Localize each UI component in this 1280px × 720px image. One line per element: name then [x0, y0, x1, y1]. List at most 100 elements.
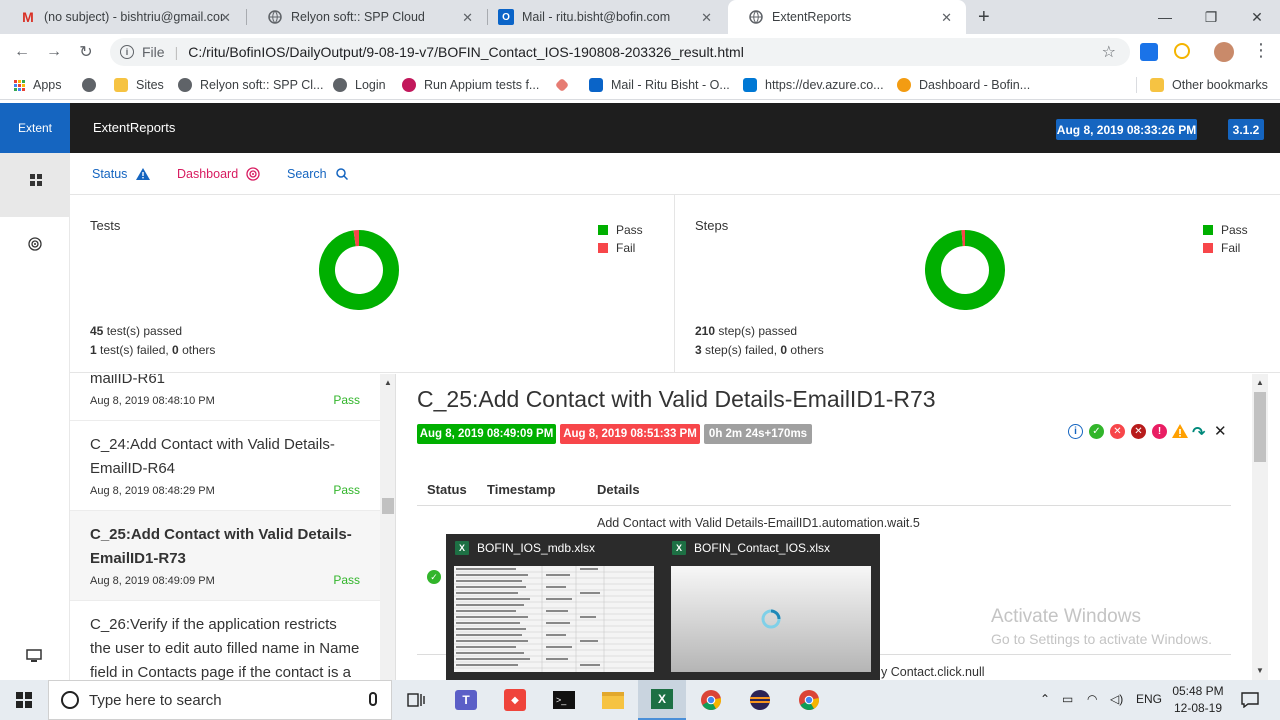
nav-status[interactable]: Status [92, 167, 151, 181]
eclipse-icon[interactable] [736, 680, 784, 720]
info-filter-icon[interactable]: i [1068, 424, 1083, 439]
preview-title[interactable]: X BOFIN_Contact_IOS.xlsx [672, 541, 830, 555]
gmail-icon: M [22, 9, 34, 25]
globe-icon [748, 9, 764, 25]
menu-icon[interactable]: ⋮ [1252, 40, 1270, 61]
bookmark-apps[interactable]: Apps [14, 76, 62, 94]
excel-taskbar-icon[interactable]: X [638, 680, 686, 720]
detail-scrollbar[interactable]: ▲ ▼ [1252, 374, 1268, 680]
nav-search[interactable]: Search [287, 167, 348, 181]
chrome-icon[interactable] [687, 680, 735, 720]
bookmark-other[interactable]: Other bookmarks [1150, 76, 1268, 94]
steps-passed-summary: 210 step(s) passed [695, 324, 798, 338]
apps-grid-icon [14, 79, 25, 91]
reload-icon[interactable]: ↻ [76, 42, 96, 62]
address-bar[interactable]: i File | C:/ritu/BofinIOS/DailyOutput/9-… [110, 38, 1130, 66]
bookmark-mail[interactable]: Mail - Ritu Bisht - O... [589, 76, 730, 94]
skip-filter-icon[interactable]: ↷ [1192, 423, 1205, 443]
forward-icon[interactable]: → [44, 42, 64, 62]
clock[interactable]: 05:48 PM 12-08-19 [1172, 684, 1224, 715]
preview-title[interactable]: X BOFIN_IOS_mdb.xlsx [455, 541, 595, 555]
error-filter-icon[interactable]: ! [1152, 424, 1167, 439]
monitor-icon[interactable] [26, 649, 42, 668]
bookmark-sites[interactable]: Sites [114, 76, 164, 94]
tab-gmail[interactable]: M (no subject) - bishtriu@gmail.com ✕ [0, 0, 245, 34]
scrollbar-thumb[interactable] [382, 498, 394, 514]
warning-filter-icon[interactable] [1172, 424, 1188, 443]
rail-item-test-view[interactable] [0, 153, 70, 217]
bookmark-login[interactable]: Login [333, 76, 386, 94]
battery-icon[interactable]: ▭ [1062, 692, 1073, 706]
volume-icon[interactable]: ◁) [1110, 692, 1123, 706]
extension-icon[interactable] [1174, 43, 1190, 59]
legend-fail: Fail [1203, 241, 1240, 255]
close-icon[interactable]: ✕ [220, 10, 231, 26]
show-hidden-icons-icon[interactable]: ⌃ [1040, 692, 1050, 706]
preview-thumbnail-contact[interactable] [671, 566, 871, 672]
tests-passed-summary: 45 test(s) passed [90, 324, 183, 338]
notifications-icon[interactable] [1226, 680, 1274, 720]
brand-logo[interactable]: Extent [0, 103, 70, 153]
terminal-icon[interactable]: >_ [540, 680, 588, 720]
bookmark-appium[interactable]: Run Appium tests f... [402, 76, 539, 94]
step-detail: Add Contact with Valid Details-EmailID1.… [597, 516, 920, 530]
tab-relyon[interactable]: Relyon soft:: SPP Cloud ✕ [247, 0, 487, 34]
steps-donut-chart [925, 230, 1005, 310]
test-list-item[interactable]: mailID-R61 Aug 8, 2019 08:48:10 PM Pass [70, 374, 380, 421]
restore-icon[interactable]: ❐ [1188, 0, 1234, 34]
task-view-icon[interactable] [392, 680, 440, 720]
scroll-up-icon[interactable]: ▲ [384, 378, 392, 387]
grid-icon [30, 174, 42, 186]
fail-filter-icon[interactable]: ✕ [1110, 424, 1125, 439]
close-icon[interactable]: ✕ [941, 10, 952, 26]
language-indicator[interactable]: ENG [1136, 692, 1162, 706]
test-list-item[interactable]: C_26:Verify if the application restricts… [70, 601, 380, 680]
column-status: Status [427, 482, 467, 497]
chrome-icon[interactable] [785, 680, 833, 720]
avatar[interactable] [1214, 42, 1234, 62]
close-icon[interactable]: ✕ [701, 10, 712, 26]
globe-icon [267, 9, 283, 25]
taskbar-search-input[interactable]: Type here to search [48, 680, 392, 720]
fatal-filter-icon[interactable]: ✕ [1131, 424, 1146, 439]
bookmark-dashboard[interactable]: Dashboard - Bofin... [897, 76, 1030, 94]
dashboard-icon [897, 78, 911, 92]
teams-icon[interactable]: T [442, 680, 490, 720]
anydesk-icon[interactable]: ◆ [491, 680, 539, 720]
globe-icon [333, 78, 347, 92]
windows-start-icon[interactable] [0, 680, 48, 720]
donut-slice-pass [925, 230, 1005, 310]
tab-outlook[interactable]: O Mail - ritu.bisht@bofin.com ✕ [488, 0, 726, 34]
info-icon[interactable]: i [120, 45, 134, 59]
test-list-scrollbar[interactable]: ▲ [380, 374, 395, 680]
bookmark-azure[interactable]: https://dev.azure.co... [743, 76, 884, 94]
preview-thumbnail-mdb[interactable] [454, 566, 654, 672]
test-list-item[interactable]: C_24:Add Contact with Valid Details-Emai… [70, 421, 380, 511]
close-icon[interactable]: ✕ [462, 10, 473, 26]
new-tab-button[interactable]: + [978, 6, 990, 29]
dashboard-summary: Tests Pass Fail 45 test(s) passed 1 test… [70, 195, 1280, 373]
bookmark-globe[interactable] [82, 76, 104, 94]
extension-icon[interactable] [1140, 43, 1158, 61]
bookmark-relyon[interactable]: Relyon soft:: SPP Cl... [178, 76, 323, 94]
bookmark-color[interactable] [554, 76, 575, 94]
microphone-icon[interactable] [369, 692, 377, 706]
nav-dashboard[interactable]: Dashboard [177, 167, 260, 181]
minimize-icon[interactable]: — [1142, 0, 1188, 34]
tests-donut-chart [319, 230, 399, 310]
back-icon[interactable]: ← [12, 42, 32, 62]
browser-tab-strip: M (no subject) - bishtriu@gmail.com ✕ Re… [0, 0, 1280, 34]
star-icon[interactable]: ☆ [1102, 42, 1116, 62]
test-list-item-active[interactable]: C_25:Add Contact with Valid Details-Emai… [70, 511, 380, 601]
window-close-icon[interactable]: ✕ [1234, 0, 1280, 34]
clear-filter-icon[interactable]: ✕ [1214, 422, 1227, 440]
search-icon [61, 691, 79, 709]
browser-toolbar: ← → ↻ i File | C:/ritu/BofinIOS/DailyOut… [0, 34, 1280, 70]
pass-filter-icon[interactable]: ✓ [1089, 424, 1104, 439]
legend-pass: Pass [1203, 223, 1248, 237]
file-explorer-icon[interactable] [589, 680, 637, 720]
tab-extentreports[interactable]: ExtentReports ✕ [728, 0, 966, 34]
wifi-icon[interactable]: ◠ [1087, 692, 1097, 706]
scrollbar-thumb[interactable] [1254, 392, 1266, 462]
dashboard-target-icon[interactable] [28, 237, 42, 256]
